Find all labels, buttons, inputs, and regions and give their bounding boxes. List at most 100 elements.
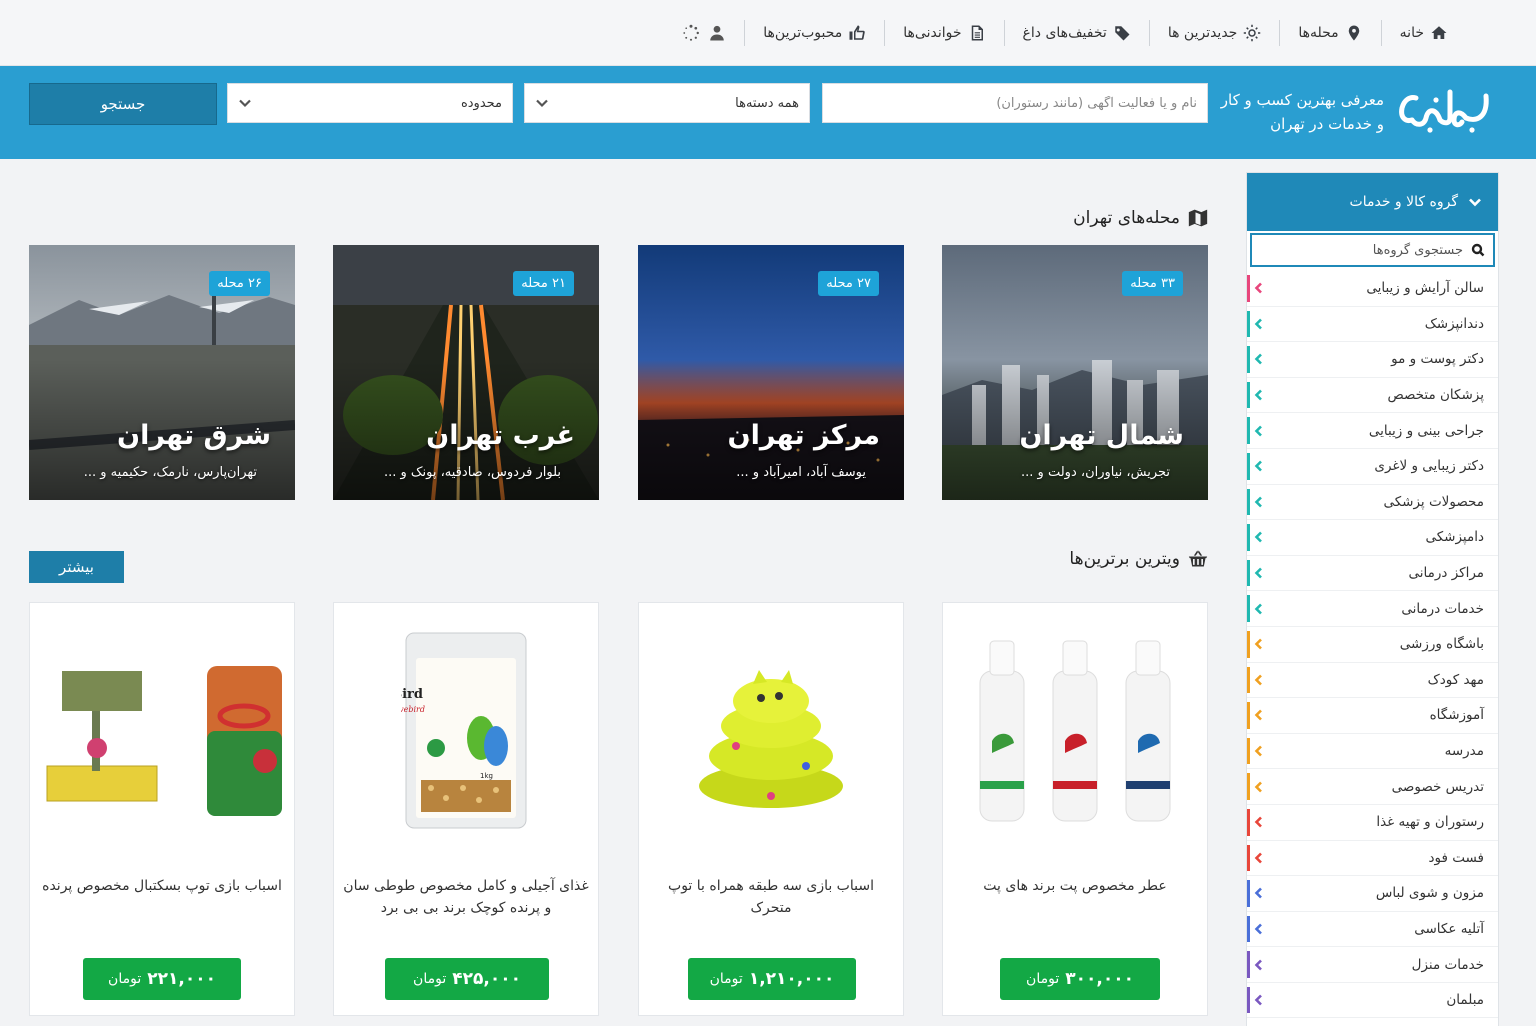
area-count-badge: ۲۷ محله <box>818 271 879 296</box>
category-color-bar <box>1247 452 1250 480</box>
area-subtitle: بلوار فردوس، صادقیه، پونک و ... <box>383 465 561 480</box>
area-card-center[interactable]: ۲۷ محله مرکز تهران یوسف آباد، امیرآباد و… <box>638 245 904 500</box>
chevron-down-icon <box>1469 198 1481 207</box>
user-icon <box>710 25 725 41</box>
category-label: فست فود <box>1428 849 1484 866</box>
package-weight-text: 1kg <box>480 772 493 780</box>
product-title: غذای آجیلی و کامل مخصوص طوطی سان و پرنده… <box>343 878 589 916</box>
sidebar-category-item[interactable]: خدمات منزل <box>1247 947 1498 983</box>
sidebar-category-item[interactable]: مزون و شوی لباس <box>1247 876 1498 912</box>
category-sidebar: گروه کالا و خدمات جستجوی گروه‌ها سالن آر… <box>1246 172 1499 1026</box>
category-label: محصولات پزشکی <box>1383 493 1484 510</box>
sidebar-category-item[interactable]: پزشکان متخصص <box>1247 378 1498 414</box>
sidebar-category-item[interactable]: آتلیه عکاسی <box>1247 912 1498 948</box>
tag-icon <box>1114 26 1130 41</box>
area-count-badge: ۲۱ محله <box>513 271 574 296</box>
category-label: آتلیه عکاسی <box>1414 920 1484 937</box>
map-marker-icon <box>1348 25 1359 41</box>
area-subtitle: تهران‌پارس، نارمک، حکیمیه و ... <box>83 465 257 480</box>
sidebar-category-item[interactable]: دندانپزشک <box>1247 307 1498 343</box>
chevron-left-icon <box>1254 425 1262 437</box>
area-card-east[interactable]: ۲۶ محله شرق تهران تهران‌پارس، نارمک، حکی… <box>29 245 295 500</box>
price-button[interactable]: ۱,۲۱۰,۰۰۰ تومان <box>688 958 856 1000</box>
product-title: اسباب بازی سه طبقه همراه با توپ متحرک <box>668 878 874 916</box>
category-label: آموزشگاه <box>1429 707 1484 724</box>
product-title: عطر مخصوص پت برند های پت <box>983 878 1167 894</box>
document-icon <box>971 25 983 41</box>
business-search-input[interactable] <box>822 83 1208 123</box>
sidebar-category-item[interactable]: رستوران و تهیه غذا <box>1247 805 1498 841</box>
category-label: تدریس خصوصی <box>1391 778 1484 795</box>
category-label: رستوران و تهیه غذا <box>1376 814 1484 831</box>
chevron-left-icon <box>1254 567 1262 579</box>
area-select[interactable]: محدوده <box>227 83 513 123</box>
chevron-left-icon <box>1254 389 1262 401</box>
sidebar-category-item[interactable]: مهد کودک <box>1247 663 1498 699</box>
sidebar-category-item[interactable]: سالن آرایش و زیبایی <box>1247 271 1498 307</box>
category-color-bar <box>1247 310 1250 338</box>
product-card[interactable]: Baby Bird Lovebird 1kg غذای آجیلی و کامل… <box>333 602 599 1016</box>
area-card-north[interactable]: ۳۳ محله شمال تهران تجریش، نیاوران، دولت … <box>942 245 1208 500</box>
sidebar-category-item[interactable]: دکتر زیبایی و لاغری <box>1247 449 1498 485</box>
group-search-field[interactable]: جستجوی گروه‌ها <box>1250 233 1495 267</box>
category-color-bar <box>1247 737 1250 765</box>
sidebar-header[interactable]: گروه کالا و خدمات <box>1247 173 1498 231</box>
sidebar-category-item[interactable]: مدرسه <box>1247 734 1498 770</box>
category-select[interactable]: همه دسته‌ها <box>524 83 810 123</box>
nav-hot-discounts[interactable]: تخفیف‌های داغ <box>1005 18 1149 48</box>
sidebar-category-item[interactable]: تدریس خصوصی <box>1247 769 1498 805</box>
sidebar-category-item[interactable]: دامپزشکی <box>1247 520 1498 556</box>
category-label: مبلمان <box>1446 992 1484 1009</box>
category-color-bar <box>1247 559 1250 587</box>
category-color-bar <box>1247 880 1250 907</box>
product-card[interactable]: اسباب بازی توپ بسکتبال مخصوص پرنده ۲۲۱,۰… <box>29 602 295 1016</box>
area-card-west[interactable]: ۲۱ محله غرب تهران بلوار فردوس، صادقیه، پ… <box>333 245 599 500</box>
chevron-left-icon <box>1254 496 1262 508</box>
site-logo[interactable] <box>1396 78 1492 140</box>
price-button[interactable]: ۳۰۰,۰۰۰ تومان <box>1000 958 1160 1000</box>
sidebar-category-item[interactable]: مراکز درمانی <box>1247 556 1498 592</box>
sidebar-category-item[interactable]: آموزشگاه <box>1247 698 1498 734</box>
category-color-bar <box>1247 381 1250 409</box>
category-label: پزشکان متخصص <box>1387 387 1484 404</box>
category-color-bar <box>1247 951 1250 978</box>
product-card[interactable]: عطر مخصوص پت برند های پت ۳۰۰,۰۰۰ تومان <box>942 602 1208 1016</box>
sidebar-category-item[interactable]: مبلمان <box>1247 983 1498 1019</box>
category-label: مدرسه <box>1444 743 1484 760</box>
nav-popular[interactable]: محبوب‌ترین‌ها <box>745 18 884 48</box>
nav-newest[interactable]: جدیدترین ها <box>1150 18 1280 48</box>
nav-divider <box>1003 20 1005 46</box>
nav-home[interactable]: خانه <box>1382 18 1466 48</box>
area-name: مرکز تهران <box>727 420 880 451</box>
user-menu[interactable] <box>682 24 726 42</box>
nav-readables[interactable]: خواندنی‌ها <box>885 18 1003 48</box>
chevron-left-icon <box>1254 354 1262 365</box>
price-button[interactable]: ۴۲۵,۰۰۰ تومان <box>385 958 549 1000</box>
sidebar-category-item[interactable]: خدمات درمانی <box>1247 591 1498 627</box>
search-button[interactable]: جستجو <box>29 83 217 125</box>
thumbs-up-icon <box>849 25 866 40</box>
sidebar-category-item[interactable]: جراحی بینی و زیبایی <box>1247 413 1498 449</box>
chevron-left-icon <box>1254 318 1262 330</box>
nav-neighborhoods[interactable]: محله‌ها <box>1280 18 1380 48</box>
product-price: ۴۲۵,۰۰۰ <box>452 969 521 989</box>
nav-divider <box>1148 20 1150 46</box>
chevron-left-icon <box>1254 923 1262 935</box>
sidebar-category-item[interactable]: دکتر پوست و مو <box>1247 342 1498 378</box>
nav-newest-label: جدیدترین ها <box>1167 25 1238 41</box>
category-color-bar <box>1247 773 1250 800</box>
chevron-left-icon <box>1254 959 1262 970</box>
sidebar-category-item[interactable]: محصولات پزشکی <box>1247 485 1498 521</box>
chevron-left-icon <box>1254 460 1262 472</box>
more-button[interactable]: بیشتر <box>29 551 124 583</box>
category-label: سالن آرایش و زیبایی <box>1366 280 1484 297</box>
showcase-heading: ویترین برترین‌ها <box>1069 549 1208 569</box>
three-tier-ball-toy-image <box>699 669 843 808</box>
category-label: خدمات درمانی <box>1401 600 1484 617</box>
sidebar-category-item[interactable]: باشگاه ورزشی <box>1247 627 1498 663</box>
neighborhoods-title: محله‌های تهران <box>1073 208 1180 228</box>
price-button[interactable]: ۲۲۱,۰۰۰ تومان <box>83 958 241 1000</box>
sidebar-category-item[interactable]: فست فود <box>1247 841 1498 877</box>
category-color-bar <box>1247 915 1250 943</box>
product-card[interactable]: اسباب بازی سه طبقه همراه با توپ متحرک ۱,… <box>638 602 904 1016</box>
